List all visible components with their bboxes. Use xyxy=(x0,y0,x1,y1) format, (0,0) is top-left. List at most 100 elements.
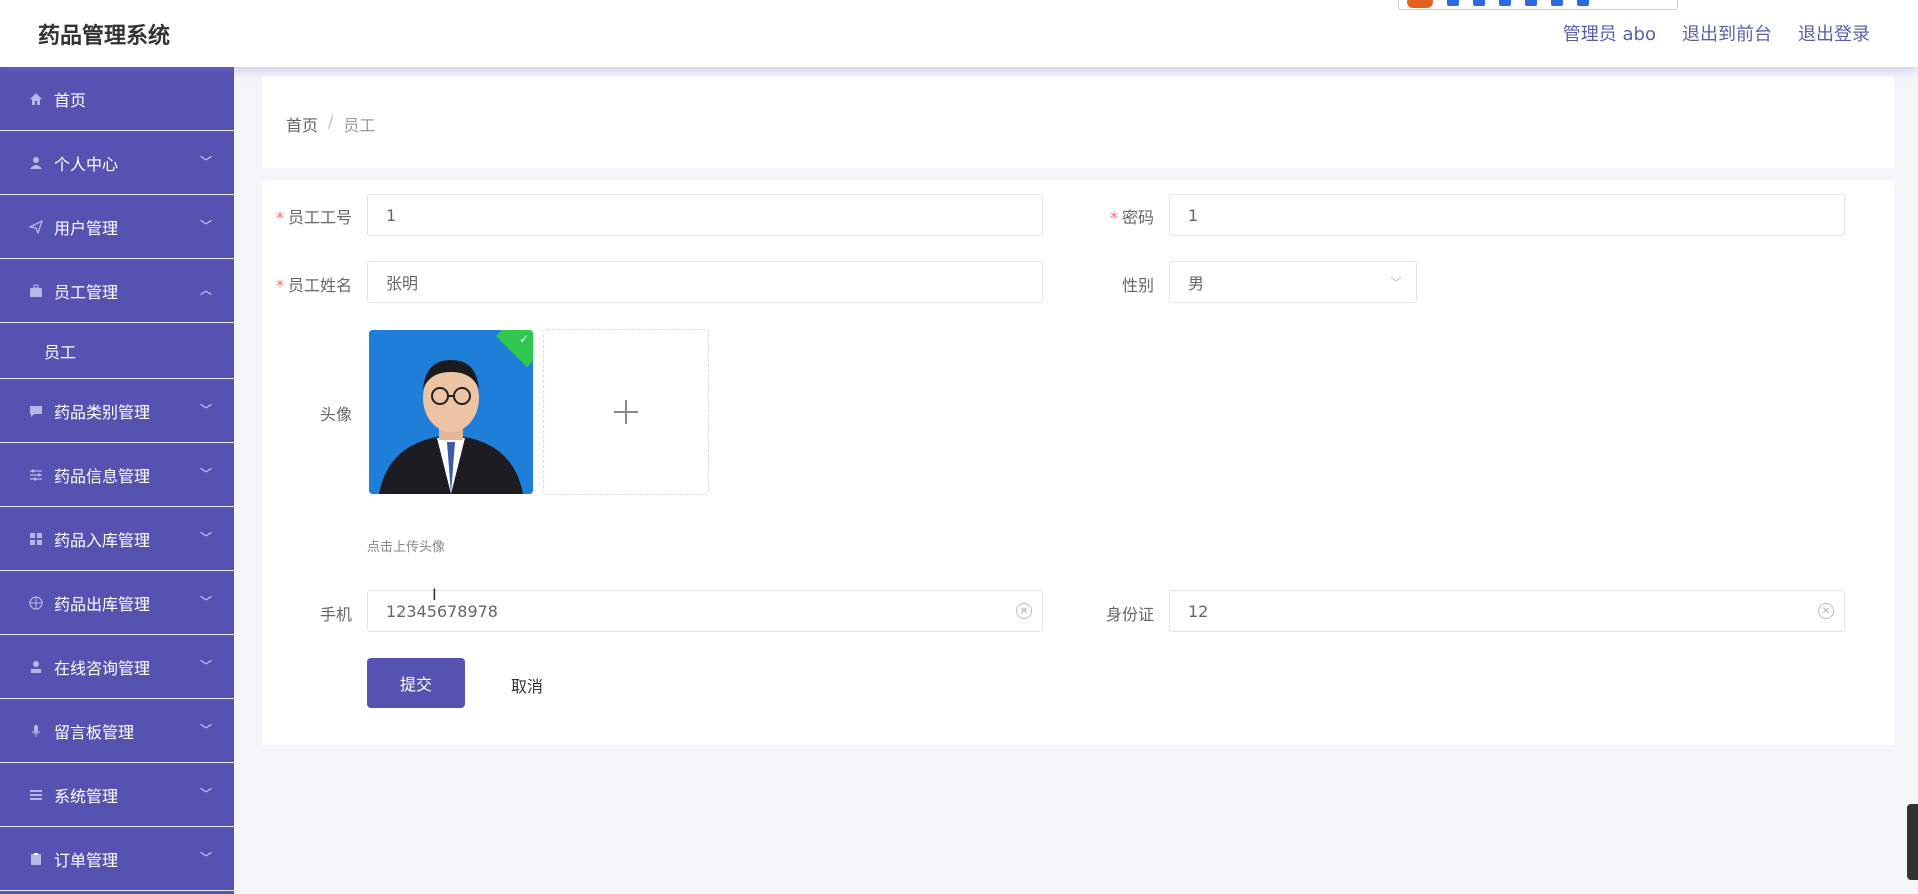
gender-select-value: 男 xyxy=(1188,274,1205,293)
sidebar-item-drug-outbound-management[interactable]: 药品出库管理 ﹀ xyxy=(0,571,234,635)
avatar-label: 头像 xyxy=(319,405,352,424)
chevron-down-icon: ﹀ xyxy=(199,723,212,737)
floating-side-widget[interactable] xyxy=(1907,804,1918,880)
sidebar-item-home[interactable]: 首页 xyxy=(0,67,234,131)
chevron-down-icon: ﹀ xyxy=(199,155,212,169)
sidebar-item-label: 在线咨询管理 xyxy=(54,658,151,678)
list-icon xyxy=(28,787,44,803)
sidebar-item-personal-center[interactable]: 个人中心 ﹀ xyxy=(0,131,234,195)
chevron-down-icon: ﹀ xyxy=(199,787,212,801)
chevron-down-icon: ﹀ xyxy=(199,531,212,545)
sidebar-item-label: 药品类别管理 xyxy=(54,402,151,422)
id-card-value: 12 xyxy=(1188,601,1209,621)
mic-icon xyxy=(28,723,44,739)
header-links: 管理员 abo 退出到前台 退出登录 xyxy=(1563,20,1870,46)
user-icon xyxy=(28,155,44,171)
gender-select[interactable]: 男 ﹀ xyxy=(1169,261,1417,303)
home-icon xyxy=(28,91,44,107)
breadcrumb-separator: / xyxy=(328,112,334,131)
sidebar-item-label: 用户管理 xyxy=(54,218,119,238)
breadcrumb: 首页 / 员工 xyxy=(286,112,375,136)
phone-label: 手机 xyxy=(319,605,352,624)
sidebar-item-label: 首页 xyxy=(54,90,87,110)
sidebar-item-label: 留言板管理 xyxy=(54,722,135,742)
current-user-label: 管理员 abo xyxy=(1562,24,1656,45)
phone-field[interactable]: 12345678978 ✕ xyxy=(367,590,1043,632)
extension-tool-icon[interactable] xyxy=(1473,0,1485,6)
avatar-upload-button[interactable] xyxy=(543,329,709,495)
clear-icon[interactable]: ✕ xyxy=(1016,603,1032,619)
chevron-down-icon: ﹀ xyxy=(199,659,212,673)
breadcrumb-home[interactable]: 首页 xyxy=(286,112,318,136)
avatar-preview[interactable]: ✓ xyxy=(369,330,533,494)
extension-tool-icon[interactable] xyxy=(1447,0,1459,6)
submit-button[interactable]: 提交 xyxy=(367,658,465,708)
employee-photo xyxy=(369,330,533,494)
extension-tool-icon[interactable] xyxy=(1551,0,1563,6)
extension-tool-icon[interactable] xyxy=(1525,0,1537,6)
sidebar-item-label: 系统管理 xyxy=(54,786,119,806)
breadcrumb-current: 员工 xyxy=(343,116,376,135)
gender-label: 性别 xyxy=(1121,276,1154,295)
app-title: 药品管理系统 xyxy=(38,24,171,49)
cancel-button[interactable]: 取消 xyxy=(511,673,543,697)
clear-icon[interactable]: ✕ xyxy=(1818,603,1834,619)
extension-tool-icon[interactable] xyxy=(1577,0,1589,6)
logout-link[interactable]: 退出登录 xyxy=(1798,20,1870,46)
sidebar: 首页 个人中心 ﹀ 用户管理 ﹀ 员工管理 ︿ 员工 药品类别管理 ﹀ 药品信息… xyxy=(0,67,234,894)
required-mark: * xyxy=(275,276,284,295)
id-card-label: 身份证 xyxy=(1105,605,1154,624)
chevron-down-icon: ﹀ xyxy=(199,403,212,417)
extension-tool-icon[interactable] xyxy=(1499,0,1511,6)
sidebar-item-message-board-management[interactable]: 留言板管理 ﹀ xyxy=(0,699,234,763)
required-mark: * xyxy=(1109,208,1118,227)
browser-extension-toolbar[interactable] xyxy=(1398,0,1678,10)
chevron-down-icon: ﹀ xyxy=(199,851,212,865)
employee-name-field[interactable]: 张明 xyxy=(367,261,1043,303)
sidebar-item-online-consult-management[interactable]: 在线咨询管理 ﹀ xyxy=(0,635,234,699)
employee-no-field[interactable]: 1 xyxy=(367,194,1043,236)
sidebar-item-drug-inbound-management[interactable]: 药品入库管理 ﹀ xyxy=(0,507,234,571)
sidebar-item-employee-management[interactable]: 员工管理 ︿ xyxy=(0,259,234,323)
required-mark: * xyxy=(275,208,284,227)
globe-icon xyxy=(28,595,44,611)
password-label: * 密码 xyxy=(1109,208,1154,227)
id-card-field[interactable]: 12 ✕ xyxy=(1169,590,1845,632)
check-icon: ✓ xyxy=(518,332,529,346)
sidebar-item-label: 个人中心 xyxy=(54,154,119,174)
sidebar-item-system-management[interactable]: 系统管理 ﹀ xyxy=(0,763,234,827)
sidebar-subitem-employee[interactable]: 员工 xyxy=(0,323,234,379)
chevron-down-icon: ﹀ xyxy=(199,595,212,609)
sidebar-item-label: 药品出库管理 xyxy=(54,594,151,614)
sidebar-item-label: 员工管理 xyxy=(54,282,119,302)
plus-icon xyxy=(614,400,638,424)
sidebar-item-drug-category-management[interactable]: 药品类别管理 ﹀ xyxy=(0,379,234,443)
employee-no-label: * 员工工号 xyxy=(275,208,352,227)
phone-value: 12345678978 xyxy=(386,601,498,621)
briefcase-icon xyxy=(28,283,44,299)
top-header: 药品管理系统 管理员 abo 退出到前台 退出登录 xyxy=(0,0,1918,67)
password-field[interactable]: 1 xyxy=(1169,194,1845,236)
sidebar-item-label: 订单管理 xyxy=(54,850,119,870)
text-cursor-icon: I xyxy=(432,585,437,604)
employee-form: * 员工工号 1 * 密码 1 * 员工姓名 张明 性别 男 ﹀ 头像 ✓ 点击上传头… xyxy=(262,180,1894,745)
send-icon xyxy=(28,219,44,235)
chevron-up-icon: ︿ xyxy=(199,283,212,297)
exit-to-front-link[interactable]: 退出到前台 xyxy=(1682,20,1772,46)
breadcrumb-card: 首页 / 员工 xyxy=(262,76,1894,168)
avatar-upload-hint: 点击上传头像 xyxy=(367,540,446,555)
clipboard-icon xyxy=(28,851,44,867)
extension-logo-icon[interactable] xyxy=(1407,0,1433,8)
chevron-down-icon: ﹀ xyxy=(1389,276,1402,290)
sidebar-item-user-management[interactable]: 用户管理 ﹀ xyxy=(0,195,234,259)
stamp-icon xyxy=(28,659,44,675)
chat-icon xyxy=(28,403,44,419)
sidebar-item-order-management[interactable]: 订单管理 ﹀ xyxy=(0,827,234,891)
sliders-icon xyxy=(28,467,44,483)
sidebar-item-label: 药品信息管理 xyxy=(54,466,151,486)
chevron-down-icon: ﹀ xyxy=(199,219,212,233)
chevron-down-icon: ﹀ xyxy=(199,467,212,481)
sidebar-item-drug-info-management[interactable]: 药品信息管理 ﹀ xyxy=(0,443,234,507)
grid-icon xyxy=(28,531,44,547)
employee-name-label: * 员工姓名 xyxy=(275,276,352,295)
